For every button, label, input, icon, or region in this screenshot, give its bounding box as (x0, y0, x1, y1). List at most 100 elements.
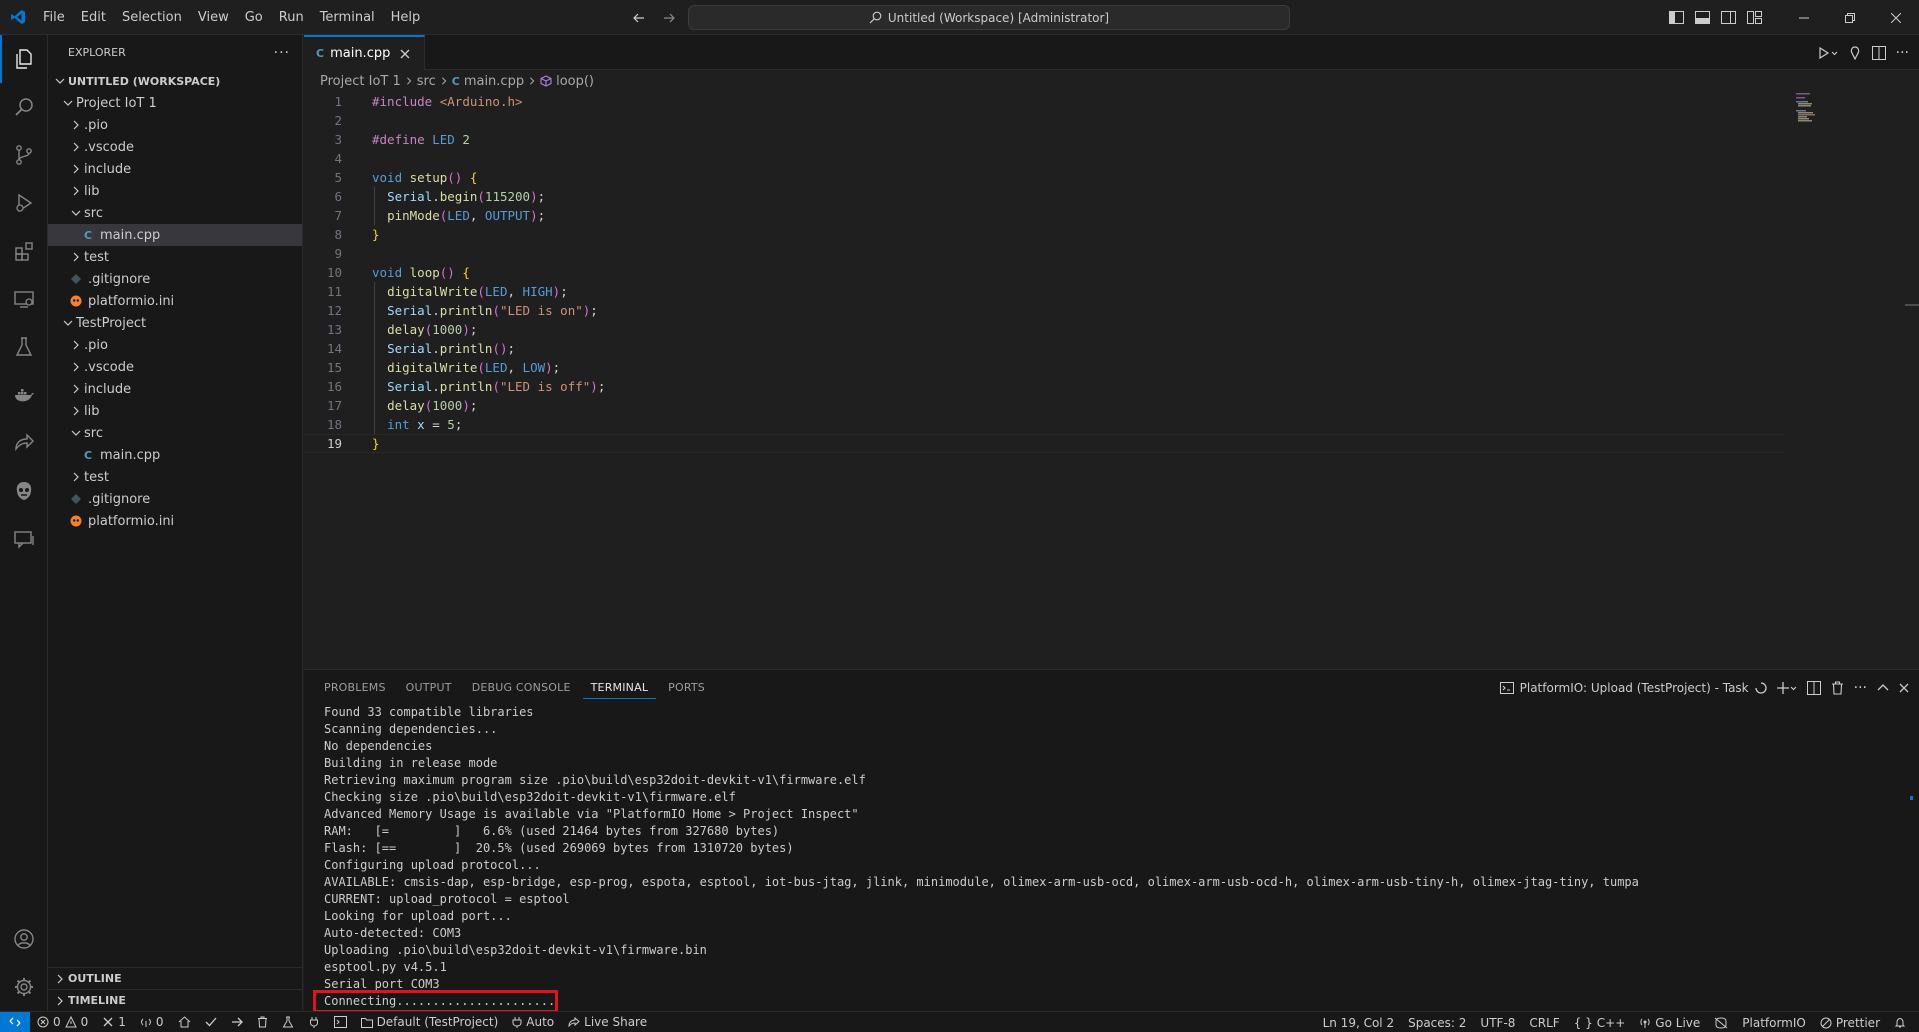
git-indicator[interactable]: 1 (95, 1012, 133, 1032)
manage-gear-icon[interactable] (0, 963, 48, 1011)
search-icon[interactable] (0, 83, 48, 131)
workspace-header[interactable]: UNTITLED (WORKSPACE) (48, 70, 302, 92)
close-panel-icon[interactable] (1899, 683, 1909, 693)
end-of-line[interactable]: CRLF (1522, 1012, 1566, 1032)
more-actions-icon[interactable]: ··· (1854, 680, 1867, 696)
code-editor[interactable]: 1 #include <Arduino.h> 2 3 #define LED 2 4… (304, 92, 1784, 453)
tree-folder-lib[interactable]: lib (48, 180, 302, 202)
outline-section[interactable]: OUTLINE (48, 967, 303, 989)
restore-icon[interactable] (1827, 0, 1873, 35)
back-arrow-icon[interactable] (628, 7, 650, 29)
run-debug-icon[interactable] (0, 179, 48, 227)
pio-home-icon[interactable] (171, 1012, 198, 1032)
tree-folder-vscode[interactable]: .vscode (48, 136, 302, 158)
terminal-output[interactable]: Found 33 compatible libraries Scanning d… (324, 704, 1639, 1010)
tree-file-platformio-ini[interactable]: platformio.ini (48, 510, 302, 532)
split-editor-icon[interactable] (1871, 45, 1886, 60)
pio-build-check-icon[interactable] (198, 1012, 224, 1032)
comments-icon[interactable] (0, 515, 48, 563)
live-share-icon[interactable] (0, 419, 48, 467)
tree-folder-pio[interactable]: .pio (48, 334, 302, 356)
breadcrumb-item[interactable]: Project IoT 1 (320, 74, 401, 89)
menu-file[interactable]: File (35, 0, 73, 35)
pio-terminal-icon[interactable] (327, 1012, 354, 1032)
close-window-icon[interactable] (1873, 0, 1919, 35)
tree-folder-lib[interactable]: lib (48, 400, 302, 422)
menu-go[interactable]: Go (237, 0, 271, 35)
more-actions-icon[interactable]: ··· (1896, 45, 1909, 61)
accounts-icon[interactable] (0, 915, 48, 963)
tree-file-gitignore[interactable]: .gitignore (48, 268, 302, 290)
pio-port-auto[interactable]: Auto (505, 1012, 561, 1032)
problems-indicator[interactable]: 0 0 (30, 1012, 95, 1032)
extensions-icon[interactable] (0, 227, 48, 275)
platformio-status[interactable]: PlatformIO (1735, 1012, 1813, 1032)
toggle-panel-icon[interactable] (1689, 0, 1715, 35)
menu-selection[interactable]: Selection (114, 0, 190, 35)
notifications-bell-icon[interactable] (1887, 1012, 1913, 1032)
testing-flask-icon[interactable] (0, 323, 48, 371)
tree-folder-vscode[interactable]: .vscode (48, 356, 302, 378)
pio-test-flask-icon[interactable] (275, 1012, 301, 1032)
tab-main-cpp[interactable]: C main.cpp (304, 35, 426, 70)
explorer-icon[interactable] (0, 35, 48, 83)
minimize-icon[interactable] (1781, 0, 1827, 35)
menu-view[interactable]: View (190, 0, 237, 35)
kill-terminal-trash-icon[interactable] (1831, 680, 1844, 695)
run-file-icon[interactable] (1818, 46, 1838, 60)
tree-folder-src[interactable]: src (48, 202, 302, 224)
close-tab-icon[interactable] (396, 45, 414, 63)
pio-environment-selector[interactable]: Default (TestProject) (354, 1012, 506, 1032)
forward-arrow-icon[interactable] (658, 7, 680, 29)
more-actions-icon[interactable]: ··· (274, 45, 290, 61)
customize-layout-icon[interactable] (1741, 0, 1767, 35)
remote-indicator-icon[interactable] (0, 1011, 30, 1032)
go-live-button[interactable]: Go Live (1632, 1012, 1707, 1032)
ports-indicator[interactable]: 0 (133, 1012, 171, 1032)
toggle-primary-sidebar-icon[interactable] (1663, 0, 1689, 35)
toggle-secondary-sidebar-icon[interactable] (1715, 0, 1741, 35)
pio-serial-monitor-plug-icon[interactable] (301, 1012, 327, 1032)
tab-output[interactable]: OUTPUT (398, 670, 460, 705)
tree-file-platformio-ini[interactable]: platformio.ini (48, 290, 302, 312)
encoding[interactable]: UTF-8 (1473, 1012, 1522, 1032)
pio-clean-trash-icon[interactable] (250, 1012, 275, 1032)
tree-file-main-cpp[interactable]: C main.cpp (48, 224, 302, 246)
menu-run[interactable]: Run (271, 0, 312, 35)
tab-problems[interactable]: PROBLEMS (316, 670, 394, 705)
tab-ports[interactable]: PORTS (660, 670, 713, 705)
tree-folder-include[interactable]: include (48, 378, 302, 400)
tree-file-main-cpp[interactable]: C main.cpp (48, 444, 302, 466)
tree-file-gitignore[interactable]: .gitignore (48, 488, 302, 510)
breadcrumb-item[interactable]: loop() (556, 74, 594, 89)
tree-folder-include[interactable]: include (48, 158, 302, 180)
menu-terminal[interactable]: Terminal (312, 0, 383, 35)
language-mode[interactable]: { } C++ (1567, 1012, 1633, 1032)
tree-folder-src[interactable]: src (48, 422, 302, 444)
platformio-debug-icon[interactable] (1848, 45, 1862, 60)
timeline-section[interactable]: TIMELINE (48, 989, 303, 1011)
new-terminal-icon[interactable] (1776, 681, 1797, 695)
terminal-task-selector[interactable]: PlatformIO: Upload (TestProject) - Task (1499, 681, 1767, 695)
source-control-icon[interactable] (0, 131, 48, 179)
tree-folder-test[interactable]: test (48, 466, 302, 488)
cursor-position[interactable]: Ln 19, Col 2 (1316, 1012, 1402, 1032)
remote-explorer-icon[interactable] (0, 275, 48, 323)
command-center-search[interactable]: Untitled (Workspace) [Administrator] (688, 5, 1290, 30)
split-terminal-icon[interactable] (1806, 680, 1821, 695)
menu-help[interactable]: Help (383, 0, 429, 35)
menu-edit[interactable]: Edit (73, 0, 114, 35)
maximize-panel-chevron-up-icon[interactable] (1877, 682, 1889, 694)
pio-upload-arrow-icon[interactable] (224, 1012, 250, 1032)
live-share-button[interactable]: Live Share (561, 1012, 654, 1032)
platformio-icon[interactable] (0, 467, 48, 515)
prettier-status[interactable]: Prettier (1813, 1012, 1887, 1032)
minimap[interactable] (1794, 92, 1854, 152)
breadcrumb-item[interactable]: main.cpp (464, 74, 524, 89)
indentation[interactable]: Spaces: 2 (1401, 1012, 1473, 1032)
tree-folder-test[interactable]: test (48, 246, 302, 268)
tree-folder-pio[interactable]: .pio (48, 114, 302, 136)
tab-terminal[interactable]: TERMINAL (582, 677, 657, 699)
tree-root-testproject[interactable]: TestProject (48, 312, 302, 334)
breadcrumb-item[interactable]: src (417, 74, 436, 89)
